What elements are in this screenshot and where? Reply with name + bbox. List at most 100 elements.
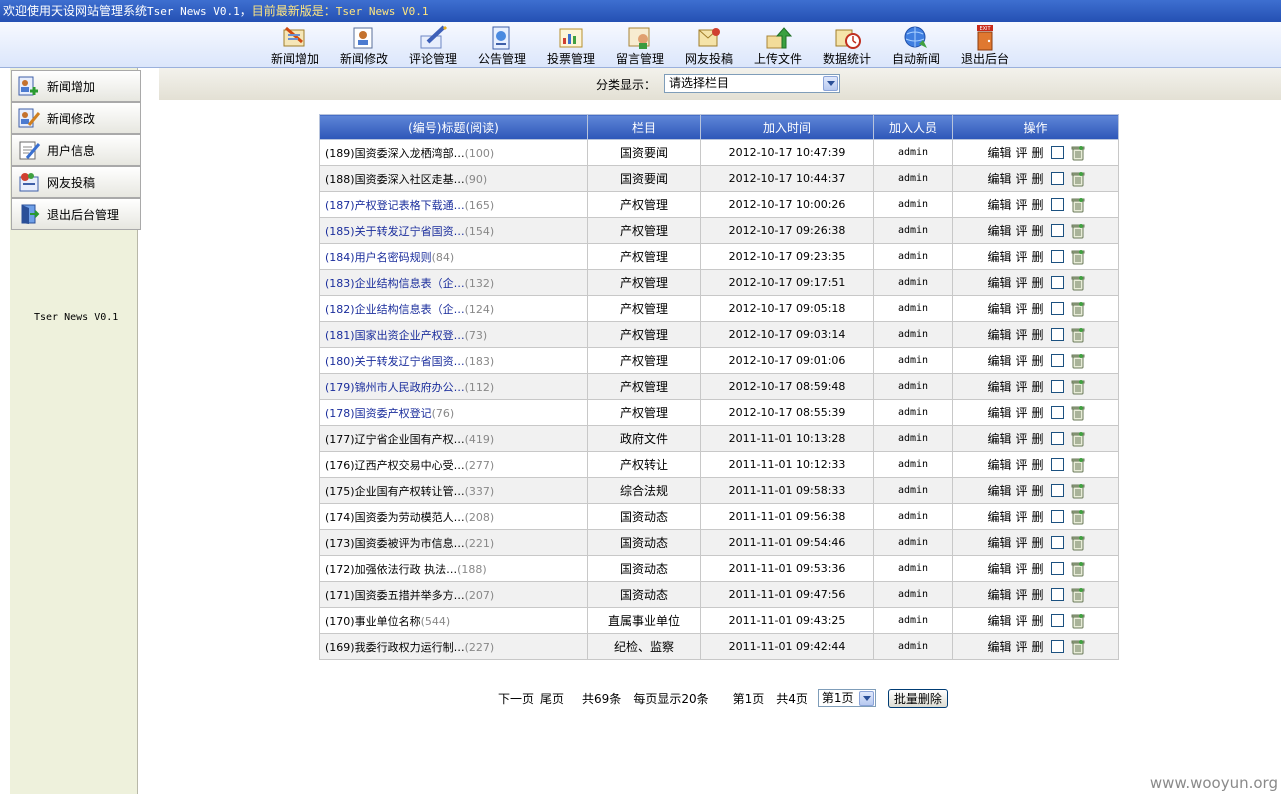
delete-link[interactable]: 删 (1032, 586, 1044, 603)
delete-link[interactable]: 删 (1032, 300, 1044, 317)
edit-link[interactable]: 编辑 (987, 456, 1011, 473)
trash-icon[interactable] (1070, 639, 1086, 655)
row-checkbox[interactable] (1050, 614, 1064, 627)
edit-link[interactable]: 编辑 (987, 326, 1011, 343)
delete-link[interactable]: 删 (1032, 352, 1044, 369)
sidebar-item-submissions[interactable]: 网友投稿 (11, 166, 141, 198)
news-title-link[interactable]: (169)我委行政权力运行制… (325, 641, 465, 654)
row-checkbox[interactable] (1050, 588, 1064, 601)
toolbar-messages[interactable]: 留言管理 (607, 22, 673, 68)
comment-link[interactable]: 评 (1015, 430, 1027, 447)
delete-link[interactable]: 删 (1032, 482, 1044, 499)
sidebar-item-news-edit[interactable]: 新闻修改 (11, 102, 141, 134)
trash-icon[interactable] (1070, 535, 1086, 551)
news-title-link[interactable]: (175)企业国有产权转让管… (325, 485, 465, 498)
news-title-link[interactable]: (177)辽宁省企业国有产权… (325, 433, 465, 446)
news-title-link[interactable]: (173)国资委被评为市信息… (325, 537, 465, 550)
trash-icon[interactable] (1070, 249, 1086, 265)
trash-icon[interactable] (1070, 275, 1086, 291)
edit-link[interactable]: 编辑 (987, 612, 1011, 629)
delete-link[interactable]: 删 (1032, 612, 1044, 629)
trash-icon[interactable] (1070, 483, 1086, 499)
trash-icon[interactable] (1070, 561, 1086, 577)
delete-link[interactable]: 删 (1032, 508, 1044, 525)
last-page-link[interactable]: 尾页 (540, 690, 564, 707)
news-title-link[interactable]: (171)国资委五措并举多方… (325, 589, 465, 602)
delete-link[interactable]: 删 (1032, 326, 1044, 343)
news-title-link[interactable]: (182)企业结构信息表（企… (325, 303, 465, 316)
trash-icon[interactable] (1070, 327, 1086, 343)
trash-icon[interactable] (1070, 171, 1086, 187)
row-checkbox[interactable] (1050, 406, 1064, 419)
comment-link[interactable]: 评 (1015, 534, 1027, 551)
row-checkbox[interactable] (1050, 562, 1064, 575)
trash-icon[interactable] (1070, 223, 1086, 239)
edit-link[interactable]: 编辑 (987, 352, 1011, 369)
trash-icon[interactable] (1070, 197, 1086, 213)
toolbar-submissions[interactable]: 网友投稿 (676, 22, 742, 68)
row-checkbox[interactable] (1050, 172, 1064, 185)
delete-link[interactable]: 删 (1032, 456, 1044, 473)
delete-link[interactable]: 删 (1032, 274, 1044, 291)
trash-icon[interactable] (1070, 379, 1086, 395)
comment-link[interactable]: 评 (1015, 196, 1027, 213)
row-checkbox[interactable] (1050, 328, 1064, 341)
news-title-link[interactable]: (180)关于转发辽宁省国资… (325, 355, 465, 368)
edit-link[interactable]: 编辑 (987, 586, 1011, 603)
comment-link[interactable]: 评 (1015, 612, 1027, 629)
news-title-link[interactable]: (187)产权登记表格下载通… (325, 199, 465, 212)
next-page-link[interactable]: 下一页 (498, 690, 534, 707)
comment-link[interactable]: 评 (1015, 638, 1027, 655)
comment-link[interactable]: 评 (1015, 586, 1027, 603)
batch-delete-button[interactable]: 批量删除 (887, 688, 948, 708)
trash-icon[interactable] (1070, 353, 1086, 369)
news-title-link[interactable]: (178)国资委产权登记 (325, 407, 432, 420)
toolbar-news-add[interactable]: 新闻增加 (262, 22, 328, 68)
category-select[interactable]: 请选择栏目 (664, 74, 840, 93)
news-title-link[interactable]: (188)国资委深入社区走基… (325, 173, 465, 186)
sidebar-item-news-add[interactable]: 新闻增加 (11, 70, 141, 102)
news-title-link[interactable]: (185)关于转发辽宁省国资… (325, 225, 465, 238)
edit-link[interactable]: 编辑 (987, 170, 1011, 187)
comment-link[interactable]: 评 (1015, 352, 1027, 369)
news-title-link[interactable]: (170)事业单位名称 (325, 615, 421, 628)
comment-link[interactable]: 评 (1015, 560, 1027, 577)
delete-link[interactable]: 删 (1032, 144, 1044, 161)
sidebar-item-user-info[interactable]: 用户信息 (11, 134, 141, 166)
toolbar-votes[interactable]: 投票管理 (538, 22, 604, 68)
trash-icon[interactable] (1070, 587, 1086, 603)
comment-link[interactable]: 评 (1015, 404, 1027, 421)
row-checkbox[interactable] (1050, 640, 1064, 653)
edit-link[interactable]: 编辑 (987, 430, 1011, 447)
comment-link[interactable]: 评 (1015, 326, 1027, 343)
news-title-link[interactable]: (184)用户名密码规则 (325, 251, 432, 264)
delete-link[interactable]: 删 (1032, 638, 1044, 655)
edit-link[interactable]: 编辑 (987, 378, 1011, 395)
row-checkbox[interactable] (1050, 354, 1064, 367)
news-title-link[interactable]: (174)国资委为劳动模范人… (325, 511, 465, 524)
news-title-link[interactable]: (176)辽西产权交易中心受… (325, 459, 465, 472)
row-checkbox[interactable] (1050, 146, 1064, 159)
row-checkbox[interactable] (1050, 536, 1064, 549)
toolbar-comments[interactable]: 评论管理 (400, 22, 466, 68)
news-title-link[interactable]: (172)加强依法行政 执法… (325, 563, 457, 576)
edit-link[interactable]: 编辑 (987, 482, 1011, 499)
trash-icon[interactable] (1070, 457, 1086, 473)
edit-link[interactable]: 编辑 (987, 196, 1011, 213)
row-checkbox[interactable] (1050, 432, 1064, 445)
row-checkbox[interactable] (1050, 380, 1064, 393)
news-title-link[interactable]: (183)企业结构信息表（企… (325, 277, 465, 290)
delete-link[interactable]: 删 (1032, 196, 1044, 213)
comment-link[interactable]: 评 (1015, 508, 1027, 525)
delete-link[interactable]: 删 (1032, 404, 1044, 421)
page-select[interactable]: 第1页 (817, 689, 876, 707)
toolbar-news-edit[interactable]: 新闻修改 (331, 22, 397, 68)
toolbar-upload[interactable]: 上传文件 (745, 22, 811, 68)
edit-link[interactable]: 编辑 (987, 638, 1011, 655)
delete-link[interactable]: 删 (1032, 222, 1044, 239)
delete-link[interactable]: 删 (1032, 534, 1044, 551)
row-checkbox[interactable] (1050, 302, 1064, 315)
chevron-down-icon[interactable] (858, 691, 874, 706)
toolbar-exit[interactable]: EXIT 退出后台 (952, 22, 1018, 68)
row-checkbox[interactable] (1050, 276, 1064, 289)
